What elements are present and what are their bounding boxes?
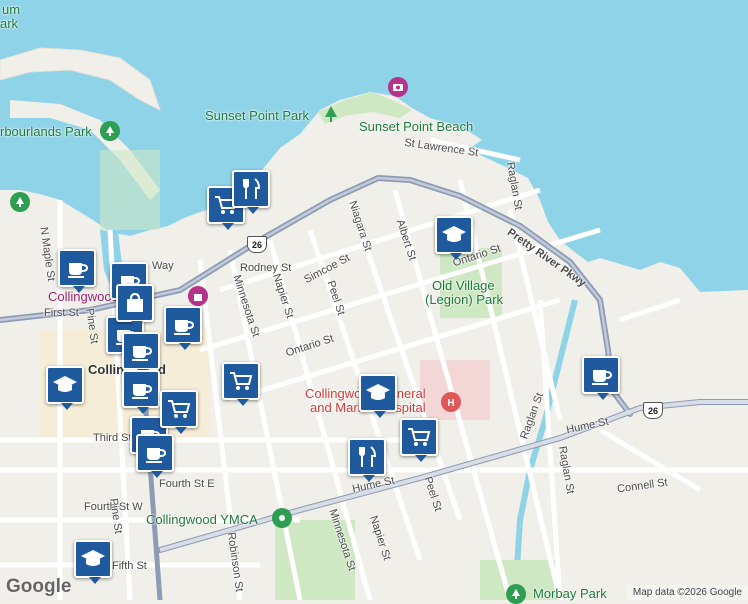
shopping-cart-icon xyxy=(168,400,191,418)
cafe-marker[interactable] xyxy=(122,370,160,414)
coffee-cup-icon xyxy=(68,263,89,278)
cafe-marker[interactable] xyxy=(122,332,160,376)
cafe-marker[interactable] xyxy=(136,434,174,478)
graduation-cap-icon xyxy=(53,376,77,392)
cafe-marker[interactable] xyxy=(164,306,202,350)
school-marker[interactable] xyxy=(74,540,112,584)
shopping-bag-icon xyxy=(127,292,143,312)
google-logo[interactable]: Google xyxy=(6,576,71,598)
park-tree-icon xyxy=(321,104,341,124)
shopping-bag-marker[interactable] xyxy=(116,284,154,328)
graduation-cap-icon xyxy=(366,384,390,400)
fork-knife-icon xyxy=(243,178,261,199)
restaurant-marker[interactable] xyxy=(348,438,386,482)
coffee-cup-icon xyxy=(592,370,613,385)
route-26-shield: 26 xyxy=(643,402,663,419)
svg-text:H: H xyxy=(447,398,454,408)
map-attribution[interactable]: Map data ©2026 Google xyxy=(626,585,748,600)
shopping-cart-icon xyxy=(230,372,253,390)
coffee-cup-icon xyxy=(132,384,153,399)
cafe-marker[interactable] xyxy=(58,249,96,293)
coffee-cup-icon xyxy=(132,346,153,361)
school-marker[interactable] xyxy=(359,374,397,418)
hospital-icon[interactable]: H xyxy=(441,392,461,412)
ymca-pin-icon[interactable] xyxy=(272,508,292,528)
camera-attraction-icon[interactable] xyxy=(388,77,408,97)
shopping-bag-icon[interactable] xyxy=(188,286,208,306)
park-tree-icon xyxy=(100,121,120,141)
shopping-cart-icon xyxy=(408,428,431,446)
coffee-cup-icon xyxy=(174,320,195,335)
school-marker[interactable] xyxy=(435,216,473,260)
harbourlands-park-area xyxy=(100,150,160,230)
grocery-marker[interactable] xyxy=(222,362,260,406)
coffee-cup-icon xyxy=(146,448,167,463)
graduation-cap-icon xyxy=(81,550,105,566)
grocery-marker[interactable] xyxy=(160,390,198,434)
route-26-shield: 26 xyxy=(247,236,267,253)
park-tree-icon xyxy=(506,584,526,604)
restaurant-marker[interactable] xyxy=(232,170,270,214)
cafe-marker[interactable] xyxy=(582,356,620,400)
graduation-cap-icon xyxy=(442,226,466,242)
school-marker[interactable] xyxy=(46,366,84,410)
map-canvas[interactable] xyxy=(0,0,748,600)
fork-knife-icon xyxy=(359,446,377,467)
park-tree-icon xyxy=(10,192,30,212)
grocery-marker[interactable] xyxy=(400,418,438,462)
